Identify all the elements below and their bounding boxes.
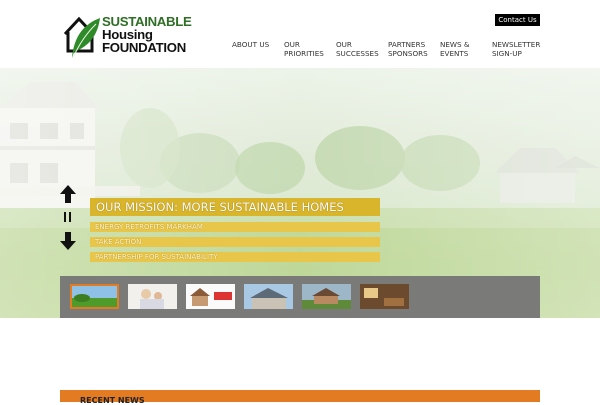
nav-label: NEWSLETTER — [492, 40, 541, 49]
thumbnail-suburban-house[interactable] — [302, 284, 351, 309]
nav-label-2: PRIORITIES — [284, 49, 324, 58]
thumbnail-modern-house[interactable] — [244, 284, 293, 309]
thumbnail-family[interactable] — [128, 284, 177, 309]
nav-about-us[interactable]: ABOUT US — [232, 40, 269, 49]
nav-label-2: SPONSORS — [388, 49, 428, 58]
thumbnail-interior[interactable] — [360, 284, 409, 309]
nav-label: NEWS & — [440, 40, 470, 49]
site-header: SUSTAINABLE Housing FOUNDATION Contact U… — [0, 0, 600, 68]
mission-headline[interactable]: OUR MISSION: MORE SUSTAINABLE HOMES — [90, 198, 380, 216]
slide-link-take-action[interactable]: TAKE ACTION — [90, 237, 380, 247]
thumbnail-lawn[interactable] — [70, 284, 119, 309]
nav-label-2: SIGN-UP — [492, 49, 522, 58]
logo[interactable]: SUSTAINABLE Housing FOUNDATION — [62, 12, 197, 62]
thumbnail-strip — [60, 276, 540, 318]
logo-line-3: FOUNDATION — [102, 40, 186, 55]
nav-label-2: EVENTS — [440, 49, 469, 58]
nav-label-2: SUCCESSES — [336, 49, 379, 58]
pause-icon[interactable] — [64, 212, 72, 222]
logo-wordmark: SUSTAINABLE Housing FOUNDATION — [102, 15, 192, 54]
nav-label: OUR — [336, 40, 352, 49]
nav-label: PARTNERS — [388, 40, 426, 49]
recent-news-label: RECENT NEWS — [80, 396, 145, 405]
nav-label: OUR — [284, 40, 300, 49]
nav-our-successes[interactable]: OUR SUCCESSES — [336, 40, 379, 58]
contact-us-button[interactable]: Contact Us — [495, 14, 540, 26]
slide-link-energy-retrofits[interactable]: ENERGY RETROFITS MARKHAM — [90, 222, 380, 232]
nav-partners-sponsors[interactable]: PARTNERS SPONSORS — [388, 40, 428, 58]
house-leaf-icon — [63, 16, 100, 58]
nav-our-priorities[interactable]: OUR PRIORITIES — [284, 40, 324, 58]
nav-label: ABOUT US — [232, 40, 270, 49]
arrow-up-icon[interactable] — [60, 185, 76, 203]
recent-news-bar[interactable]: RECENT NEWS — [60, 390, 540, 405]
nav-newsletter-signup[interactable]: NEWSLETTER SIGN-UP — [492, 40, 540, 58]
nav-news-events[interactable]: NEWS & EVENTS — [440, 40, 469, 58]
arrow-down-icon[interactable] — [60, 232, 76, 250]
slide-link-partnership[interactable]: PARTNERSHIP FOR SUSTAINABILITY — [90, 252, 380, 262]
thumbnail-house-sign[interactable] — [186, 284, 235, 309]
